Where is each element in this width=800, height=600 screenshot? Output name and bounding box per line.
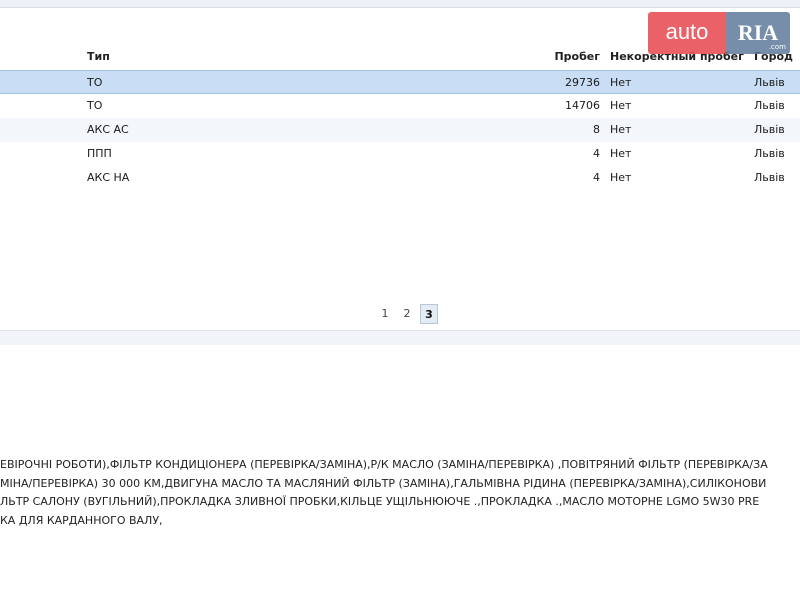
logo-auto-text: auto <box>648 12 726 54</box>
cell-city: Львів <box>754 147 785 160</box>
cell-incorrect: Нет <box>610 123 632 136</box>
cell-mileage: 4 <box>593 147 600 160</box>
description-line: КА ДЛЯ КАРДАННОГО ВАЛУ, <box>0 513 163 527</box>
cell-type: АКС НА <box>87 171 130 184</box>
description-line: ЛЬТР САЛОНУ (ВУГІЛЬНИЙ),ПРОКЛАДКА ЗЛИВНО… <box>0 495 760 508</box>
header-type[interactable]: Тип <box>87 50 110 64</box>
cell-type: ППП <box>87 147 112 160</box>
logo-ria-word: RIA <box>737 20 779 45</box>
pagination: 1 2 3 <box>376 304 438 324</box>
cell-incorrect: Нет <box>610 147 632 160</box>
cell-mileage: 8 <box>593 123 600 136</box>
cell-city: Львів <box>754 99 785 112</box>
logo-ria-text: RIA .com <box>726 12 790 54</box>
service-description: ЕВІРОЧНІ РОБОТИ),ФІЛЬТР КОНДИЦІОНЕРА (ПЕ… <box>0 456 800 530</box>
cell-mileage: 14706 <box>565 99 600 112</box>
cell-mileage: 29736 <box>565 76 600 89</box>
section-divider <box>0 330 800 345</box>
page-link-1[interactable]: 1 <box>376 304 394 324</box>
cell-incorrect: Нет <box>610 99 632 112</box>
cell-city: Львів <box>754 76 785 89</box>
page-link-2[interactable]: 2 <box>398 304 416 324</box>
page-link-current[interactable]: 3 <box>420 304 438 324</box>
cell-city: Львів <box>754 123 785 136</box>
table-row[interactable]: АКС АС 8 Нет Львів <box>0 118 800 142</box>
cell-incorrect: Нет <box>610 171 632 184</box>
cell-type: ТО <box>87 76 103 89</box>
cell-city: Львів <box>754 171 785 184</box>
description-line: ЕВІРОЧНІ РОБОТИ),ФІЛЬТР КОНДИЦІОНЕРА (ПЕ… <box>0 458 768 471</box>
table-row[interactable]: ТО 14706 Нет Львів <box>0 94 800 118</box>
description-line: МІНА/ПЕРЕВІРКА) 30 000 КМ,ДВИГУНА МАСЛО … <box>0 476 767 490</box>
header-mileage[interactable]: Пробег <box>554 50 600 64</box>
table-body: ТО 29736 Нет Львів ТО 14706 Нет Львів АК… <box>0 70 800 190</box>
cell-type: АКС АС <box>87 123 129 136</box>
top-band <box>0 0 800 8</box>
logo-com-suffix: .com <box>768 43 786 51</box>
page: Тип Пробег Некоректный пробег Город ТО 2… <box>0 0 800 600</box>
autoria-logo: auto RIA .com <box>648 12 790 54</box>
cell-type: ТО <box>87 99 103 112</box>
table-row[interactable]: ТО 29736 Нет Львів <box>0 70 800 94</box>
table-row[interactable]: АКС НА 4 Нет Львів <box>0 166 800 190</box>
cell-mileage: 4 <box>593 171 600 184</box>
cell-incorrect: Нет <box>610 76 632 89</box>
table-row[interactable]: ППП 4 Нет Львів <box>0 142 800 166</box>
